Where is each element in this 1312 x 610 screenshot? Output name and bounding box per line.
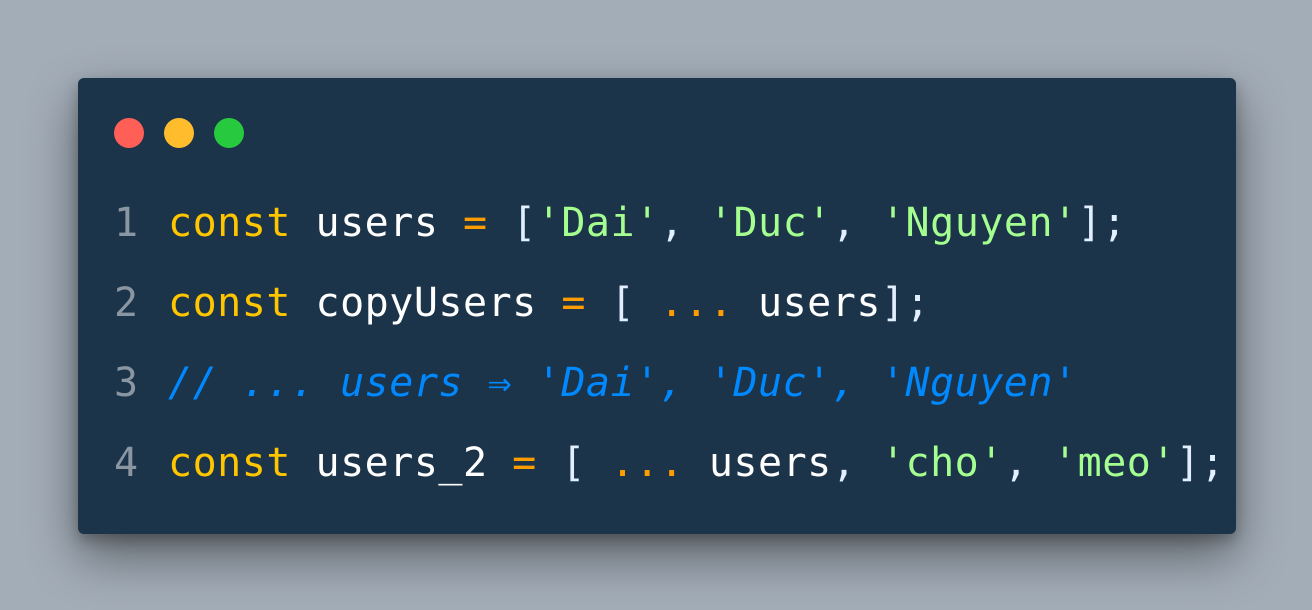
code-line: 3 // ... users ⇒ 'Dai', 'Duc', 'Nguyen': [114, 343, 1225, 423]
code-token-punct: ,: [659, 200, 709, 246]
code-token-punct: ,: [831, 200, 881, 246]
code-token-op: =: [561, 280, 586, 326]
code-token-string: 'meo': [1053, 440, 1176, 486]
code-line: 2 const copyUsers = [ ... users];: [114, 263, 1225, 343]
code-block: 1 const users = ['Dai', 'Duc', 'Nguyen'];…: [114, 183, 1225, 503]
code-token-string: 'cho': [880, 440, 1004, 486]
line-number: 2: [114, 280, 139, 326]
code-window: 1 const users = ['Dai', 'Duc', 'Nguyen'];…: [78, 78, 1236, 534]
line-number: 1: [114, 200, 139, 246]
code-token-op: ...: [659, 280, 734, 326]
code-token-string: 'Dai': [536, 200, 660, 246]
code-token-string: 'Duc': [708, 200, 832, 246]
code-token-keyword: const: [168, 440, 291, 486]
window-controls: [114, 118, 244, 148]
code-token-punct: [: [585, 280, 660, 326]
code-token-op: ...: [610, 440, 685, 486]
code-token-ident: copyUsers: [290, 280, 562, 326]
close-dot-icon[interactable]: [114, 118, 144, 148]
maximize-dot-icon[interactable]: [214, 118, 244, 148]
code-token-punct: ];: [880, 280, 931, 326]
code-token-ident: users_2: [290, 440, 513, 486]
minimize-dot-icon[interactable]: [164, 118, 194, 148]
code-token-string: 'Nguyen': [880, 200, 1078, 246]
code-token-punct: ,: [831, 440, 881, 486]
code-line: 1 const users = ['Dai', 'Duc', 'Nguyen'];: [114, 183, 1225, 263]
code-token-op: =: [463, 200, 488, 246]
code-token-punct: [: [536, 440, 611, 486]
code-token-ident: users: [290, 200, 463, 246]
code-token-op: =: [512, 440, 537, 486]
code-token-punct: ];: [1175, 440, 1226, 486]
code-token-keyword: const: [168, 280, 291, 326]
code-token-punct: ];: [1077, 200, 1127, 246]
code-token-ident: users: [684, 440, 832, 486]
code-token-keyword: const: [168, 200, 291, 246]
code-line: 4 const users_2 = [ ... users, 'cho', 'me…: [114, 423, 1225, 503]
code-token-punct: [: [487, 200, 537, 246]
code-token-punct: ,: [1003, 440, 1054, 486]
line-number: 4: [114, 440, 139, 486]
code-token-ident: users: [733, 280, 881, 326]
line-number: 3: [114, 360, 139, 406]
code-token-comment: // ... users ⇒ 'Dai', 'Duc', 'Nguyen': [168, 360, 1078, 406]
